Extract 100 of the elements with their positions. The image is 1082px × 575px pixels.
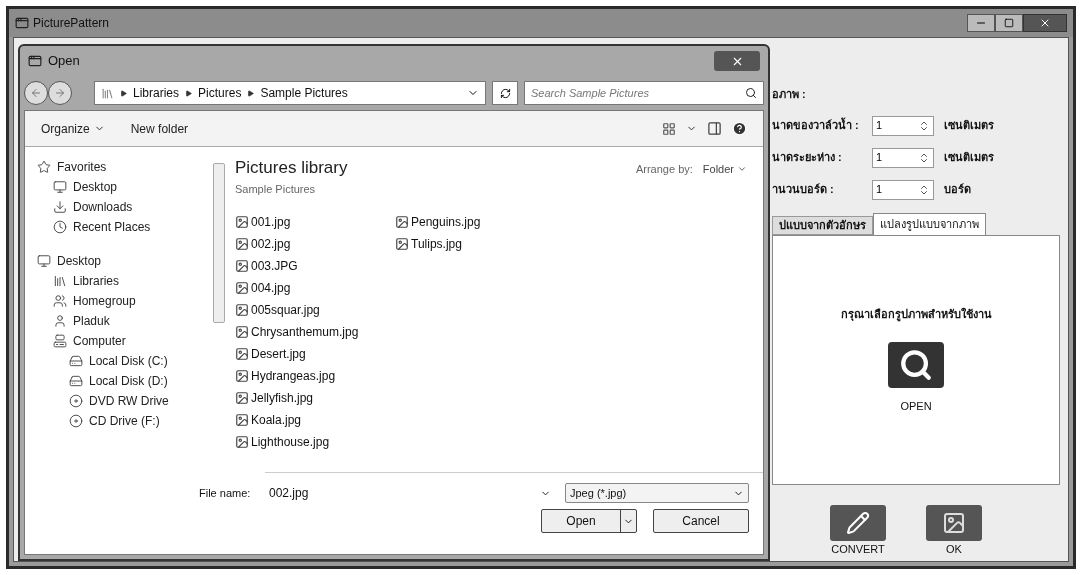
breadcrumb-item[interactable]: Libraries xyxy=(133,84,180,102)
button-label: OPEN xyxy=(900,399,932,414)
tab[interactable]: แปลงรูปแบบจากภาพ xyxy=(873,212,986,235)
cancel-button[interactable]: Cancel xyxy=(653,509,749,533)
image-file-icon xyxy=(235,281,249,295)
spinner-arrows-icon[interactable] xyxy=(918,119,930,132)
image-file-icon xyxy=(395,215,409,229)
open-image-button[interactable] xyxy=(888,342,944,388)
field-label: านวนบอร์ด : xyxy=(772,182,835,198)
nav-tree-item[interactable]: Homegroup xyxy=(29,291,213,311)
unit-label: เซนติเมตร xyxy=(944,118,994,134)
file-type-dropdown[interactable]: Jpeg (*.jpg) xyxy=(565,483,749,503)
spinner-arrows-icon[interactable] xyxy=(918,151,930,164)
file-item[interactable]: Lighthouse.jpg xyxy=(235,431,395,453)
preview-pane-icon[interactable] xyxy=(707,121,722,136)
convert-image-button[interactable] xyxy=(830,504,886,541)
help-icon[interactable] xyxy=(732,121,747,136)
file-item[interactable]: Tulips.jpg xyxy=(395,233,555,255)
file-item[interactable]: Jellyfish.jpg xyxy=(235,387,395,409)
new-folder-button[interactable]: New folder xyxy=(130,119,189,138)
nav-tree-item[interactable]: Computer xyxy=(29,331,213,351)
download-icon xyxy=(53,200,67,214)
button-label: CONVERT xyxy=(831,541,885,557)
app-icon xyxy=(15,16,29,30)
image-file-icon xyxy=(235,237,249,251)
computer-icon xyxy=(53,334,67,348)
file-item[interactable]: 002.jpg xyxy=(235,233,395,255)
nav-tree-item[interactable]: Pladuk xyxy=(29,311,213,331)
scrollbar[interactable] xyxy=(213,163,225,323)
file-item[interactable]: Desert.jpg xyxy=(235,343,395,365)
chevron-icon xyxy=(185,89,193,97)
file-name-label: File name: xyxy=(199,485,252,501)
section-label: อภาพ : xyxy=(772,87,807,102)
close-button[interactable] xyxy=(714,51,760,71)
monitor-icon xyxy=(53,180,67,194)
breadcrumb-item[interactable]: Pictures xyxy=(198,84,242,102)
minimize-button[interactable] xyxy=(967,14,995,32)
nav-tree-item[interactable]: Local Disk (C:) xyxy=(29,351,213,371)
nav-tree-item[interactable]: Desktop xyxy=(29,251,213,271)
file-item[interactable]: Penguins.jpg xyxy=(395,211,555,233)
nav-tree-item[interactable]: CD Drive (F:) xyxy=(29,411,213,431)
number-spinner[interactable]: 1 xyxy=(872,179,934,200)
file-item[interactable]: 001.jpg xyxy=(235,211,395,233)
unit-label: เซนติเมตร xyxy=(944,150,994,166)
arrange-dropdown[interactable]: Folder xyxy=(702,161,747,178)
disc-icon xyxy=(69,394,83,408)
library-title: Pictures library xyxy=(235,157,348,179)
person-icon xyxy=(53,314,67,328)
address-bar[interactable]: Libraries Pictures Sample Pictures xyxy=(94,81,486,105)
nav-tree-item[interactable]: Favorites xyxy=(29,157,213,177)
breadcrumb-item[interactable]: Sample Pictures xyxy=(260,84,348,102)
file-item[interactable]: Koala.jpg xyxy=(235,409,395,431)
chevron-icon xyxy=(120,89,127,97)
tab[interactable]: ปแบบจากตัวอักษร xyxy=(772,215,873,235)
library-icon xyxy=(101,86,114,100)
close-icon xyxy=(1039,17,1051,29)
ok-image-button[interactable] xyxy=(926,504,982,541)
pencil-icon xyxy=(846,510,870,535)
chevron-icon xyxy=(247,89,255,97)
image-file-icon xyxy=(235,303,249,317)
disc-icon xyxy=(69,414,83,428)
button-label: OK xyxy=(946,541,962,557)
image-file-icon xyxy=(235,325,249,339)
back-button[interactable] xyxy=(24,81,48,105)
library-icon xyxy=(53,274,67,288)
image-file-icon xyxy=(235,215,249,229)
nav-tree-item[interactable]: Recent Places xyxy=(29,217,213,237)
file-item[interactable]: 003.JPG xyxy=(235,255,395,277)
organize-menu[interactable]: Organize xyxy=(41,119,105,138)
spinner-arrows-icon[interactable] xyxy=(918,183,930,196)
image-file-icon xyxy=(235,259,249,273)
file-item[interactable]: Chrysanthemum.jpg xyxy=(235,321,395,343)
forward-arrow-icon xyxy=(54,87,66,99)
file-item[interactable]: Hydrangeas.jpg xyxy=(235,365,395,387)
field-label: นาดระยะห่าง : xyxy=(772,150,843,166)
maximize-button[interactable] xyxy=(995,14,1023,32)
file-name-field[interactable]: 002.jpg xyxy=(265,483,555,503)
image-file-icon xyxy=(235,369,249,383)
forward-button[interactable] xyxy=(48,81,72,105)
view-icon[interactable] xyxy=(662,121,676,136)
nav-tree-item[interactable]: Libraries xyxy=(29,271,213,291)
file-item[interactable]: 005squar.jpg xyxy=(235,299,395,321)
field-label: นาดของวาล์วน้ำ : xyxy=(772,117,860,134)
file-item[interactable]: 004.jpg xyxy=(235,277,395,299)
nav-tree-item[interactable]: Downloads xyxy=(29,197,213,217)
search-icon xyxy=(745,87,757,99)
open-button[interactable]: Open xyxy=(541,509,637,533)
image-file-icon xyxy=(235,413,249,427)
number-spinner[interactable]: 1 xyxy=(872,147,934,168)
refresh-icon xyxy=(499,87,511,99)
people-icon xyxy=(53,294,67,308)
search-field[interactable]: Search Sample Pictures xyxy=(524,81,764,105)
library-subtitle: Sample Pictures xyxy=(235,181,317,197)
number-spinner[interactable]: 1 xyxy=(872,115,934,136)
refresh-button[interactable] xyxy=(492,81,518,105)
nav-tree-item[interactable]: Desktop xyxy=(29,177,213,197)
image-file-icon xyxy=(235,391,249,405)
nav-tree-item[interactable]: Local Disk (D:) xyxy=(29,371,213,391)
nav-tree-item[interactable]: DVD RW Drive xyxy=(29,391,213,411)
clock-icon xyxy=(53,220,67,234)
